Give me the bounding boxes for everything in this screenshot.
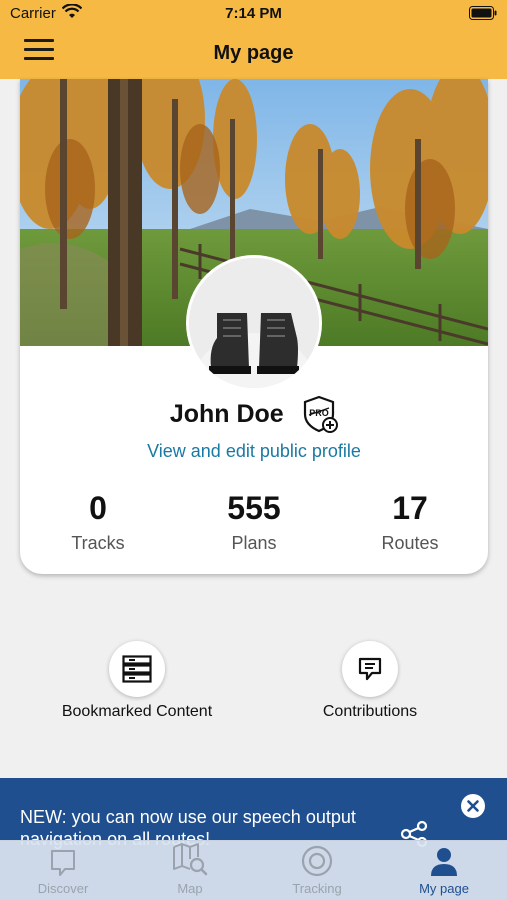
tab-bar: Discover Map Tracking My page <box>0 840 507 900</box>
stat-label: Tracks <box>71 533 125 553</box>
profile-name-row: John Doe PRO <box>20 395 488 433</box>
clock: 7:14 PM <box>225 5 282 22</box>
tab-discover[interactable]: Discover <box>0 841 126 900</box>
status-bar: Carrier 7:14 PM <box>0 0 507 26</box>
profile-name: John Doe <box>169 399 284 428</box>
map-search-icon <box>127 841 253 877</box>
shortcut-label: Contributions <box>322 703 418 720</box>
bookmarked-content-button[interactable]: Bookmarked Content <box>27 641 247 721</box>
navigation-bar: My page <box>0 26 507 79</box>
tab-label: Tracking <box>292 881 342 896</box>
contributions-button[interactable]: Contributions <box>260 641 480 721</box>
battery-icon <box>469 6 497 24</box>
speech-bubble-icon <box>342 641 398 697</box>
tab-my-page[interactable]: My page <box>381 841 507 900</box>
profile-card: John Doe PRO View and edit public profil… <box>20 79 488 574</box>
edit-profile-link[interactable]: View and edit public profile <box>20 441 488 462</box>
page-title: My page <box>213 42 294 64</box>
bookmark-list-icon <box>109 641 165 697</box>
stat-label: Plans <box>231 533 277 553</box>
tab-map[interactable]: Map <box>127 841 253 900</box>
stat-tracks[interactable]: 0 Tracks <box>20 489 176 554</box>
person-icon <box>381 841 507 877</box>
stat-value: 0 <box>89 490 107 526</box>
avatar[interactable] <box>186 255 322 391</box>
discover-icon <box>0 841 126 877</box>
svg-text:PRO: PRO <box>309 408 329 418</box>
close-icon[interactable] <box>461 794 485 818</box>
tab-label: Discover <box>37 881 89 896</box>
pro-badge-icon: PRO <box>302 395 339 433</box>
stat-plans[interactable]: 555 Plans <box>176 489 332 554</box>
tab-tracking[interactable]: Tracking <box>254 841 380 900</box>
stat-routes[interactable]: 17 Routes <box>332 489 488 554</box>
stat-value: 555 <box>227 490 281 526</box>
stat-label: Routes <box>381 533 439 553</box>
tracking-icon <box>254 841 380 877</box>
tab-label: My page <box>419 881 469 896</box>
tab-label: Map <box>177 881 203 896</box>
stat-value: 17 <box>392 490 428 526</box>
shortcut-label: Bookmarked Content <box>61 703 213 720</box>
